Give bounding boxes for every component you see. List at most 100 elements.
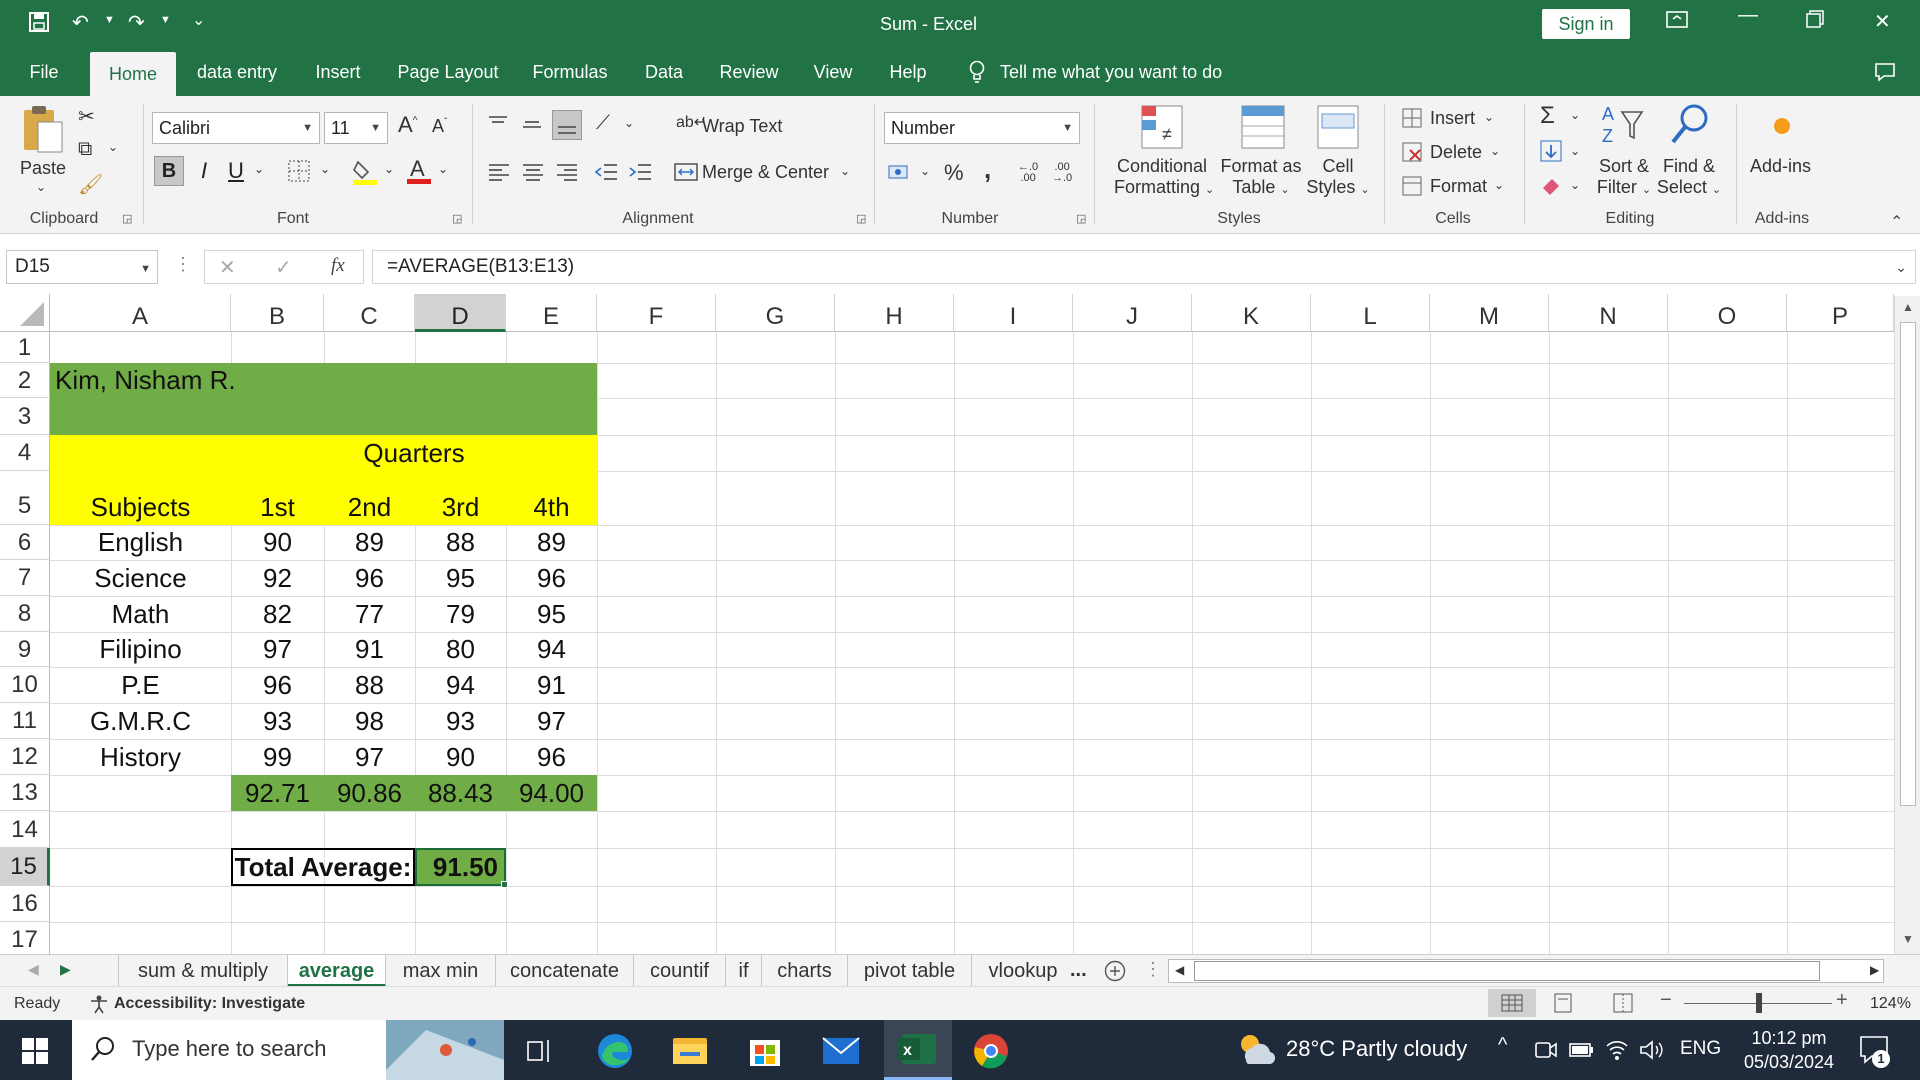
clock[interactable]: 10:12 pm 05/03/2024: [1734, 1026, 1844, 1074]
row-header-1[interactable]: 1: [0, 332, 50, 363]
more-options-icon[interactable]: ⋮: [174, 254, 192, 275]
subject-cell[interactable]: English: [50, 525, 231, 560]
tab-review[interactable]: Review: [708, 48, 790, 96]
row-header-17[interactable]: 17: [0, 922, 50, 954]
column-header-m[interactable]: M: [1430, 294, 1549, 332]
normal-view-button[interactable]: [1488, 989, 1536, 1017]
quarter-average-cell[interactable]: 94.00: [506, 775, 597, 811]
clear-dropdown-icon[interactable]: ⌄: [1570, 178, 1580, 192]
merge-center-button[interactable]: Merge & Center: [702, 162, 829, 183]
grade-cell[interactable]: 94: [415, 667, 506, 703]
wrap-text-button[interactable]: Wrap Text: [702, 116, 782, 137]
format-painter-icon[interactable]: 🖌: [78, 172, 103, 197]
row-header-13[interactable]: 13: [0, 775, 50, 811]
weather-text[interactable]: 28°C Partly cloudy: [1286, 1036, 1467, 1062]
name-box[interactable]: D15 ▼: [6, 250, 158, 284]
quarters-header-cell[interactable]: Quarters: [231, 435, 597, 471]
autosum-dropdown-icon[interactable]: ⌄: [1570, 108, 1580, 122]
grade-cell[interactable]: 93: [415, 703, 506, 739]
decrease-font-icon[interactable]: Aˇ: [432, 116, 447, 137]
font-color-dropdown-icon[interactable]: ⌄: [438, 162, 448, 176]
grade-cell[interactable]: 97: [231, 632, 324, 667]
customize-qat-icon[interactable]: ⌄: [192, 10, 205, 30]
sheet-tab[interactable]: if: [726, 955, 762, 987]
edge-icon[interactable]: [596, 1032, 634, 1075]
grade-cell[interactable]: 89: [506, 525, 597, 560]
column-header-d[interactable]: D: [415, 294, 506, 332]
wifi-icon[interactable]: [1604, 1038, 1630, 1067]
tab-page-layout[interactable]: Page Layout: [388, 48, 508, 96]
worksheet-grid[interactable]: A B C D E F G H I J K L M N O P 1 2 3 4 …: [0, 294, 1894, 954]
redo-dropdown-icon[interactable]: ▼: [160, 14, 171, 26]
row-header-12[interactable]: 12: [0, 739, 50, 775]
font-color-icon[interactable]: A: [406, 156, 432, 191]
alignment-launcher-icon[interactable]: ◲: [856, 212, 866, 225]
grade-cell[interactable]: 79: [415, 596, 506, 632]
column-header-n[interactable]: N: [1549, 294, 1668, 332]
fill-color-dropdown-icon[interactable]: ⌄: [384, 162, 394, 176]
row-header-16[interactable]: 16: [0, 886, 50, 922]
grade-cell[interactable]: 96: [506, 739, 597, 775]
input-language[interactable]: ENG: [1680, 1038, 1721, 1060]
grade-cell[interactable]: 90: [231, 525, 324, 560]
row-header-11[interactable]: 11: [0, 703, 50, 739]
font-launcher-icon[interactable]: ◲: [452, 212, 462, 225]
add-ins-icon[interactable]: [1772, 116, 1792, 141]
column-header-p[interactable]: P: [1787, 294, 1894, 332]
grade-cell[interactable]: 80: [415, 632, 506, 667]
grade-cell[interactable]: 94: [506, 632, 597, 667]
zoom-slider-thumb[interactable]: [1756, 993, 1762, 1013]
conditional-formatting-label[interactable]: Conditional Formatting ⌄: [1114, 156, 1214, 198]
clipboard-launcher-icon[interactable]: ◲: [122, 212, 132, 225]
sheet-tab[interactable]: charts: [762, 955, 848, 987]
ribbon-display-options-icon[interactable]: [1666, 10, 1688, 36]
column-header-c[interactable]: C: [324, 294, 415, 332]
column-header-l[interactable]: L: [1311, 294, 1430, 332]
scroll-up-icon[interactable]: ▲: [1902, 300, 1914, 314]
more-sheets-button[interactable]: ...: [1070, 955, 1087, 987]
row-header-2[interactable]: 2: [0, 363, 50, 398]
grade-cell[interactable]: 98: [324, 703, 415, 739]
scroll-right-icon[interactable]: ▶: [1870, 963, 1879, 977]
header-cell[interactable]: 2nd: [324, 489, 415, 525]
row-header-14[interactable]: 14: [0, 811, 50, 848]
sheet-tab[interactable]: countif: [634, 955, 726, 987]
grade-cell[interactable]: 97: [506, 703, 597, 739]
insert-function-icon[interactable]: fx: [331, 255, 345, 277]
decrease-indent-icon[interactable]: [594, 162, 618, 187]
sort-filter-label[interactable]: Sort & Filter ⌄: [1592, 156, 1656, 198]
close-icon[interactable]: ✕: [1874, 9, 1891, 34]
borders-icon[interactable]: [288, 160, 310, 187]
subject-cell[interactable]: Math: [50, 596, 231, 632]
undo-dropdown-icon[interactable]: ▼: [104, 14, 115, 26]
add-ins-button[interactable]: Add-ins: [1750, 156, 1811, 177]
column-header-g[interactable]: G: [716, 294, 835, 332]
grade-cell[interactable]: 82: [231, 596, 324, 632]
grade-cell[interactable]: 89: [324, 525, 415, 560]
grade-cell[interactable]: 96: [506, 560, 597, 596]
row-header-7[interactable]: 7: [0, 560, 50, 596]
italic-button[interactable]: I: [192, 156, 216, 186]
insert-cells-button[interactable]: Insert: [1430, 108, 1475, 129]
format-cells-button[interactable]: Format: [1430, 176, 1487, 197]
horizontal-scroll-thumb[interactable]: [1194, 961, 1820, 981]
column-header-j[interactable]: J: [1073, 294, 1192, 332]
number-launcher-icon[interactable]: ◲: [1076, 212, 1086, 225]
accessibility-status[interactable]: Accessibility: Investigate: [114, 995, 305, 1013]
grade-cell[interactable]: 95: [415, 560, 506, 596]
grade-cell[interactable]: 96: [324, 560, 415, 596]
tab-file[interactable]: File: [14, 48, 74, 96]
orientation-dropdown-icon[interactable]: ⌄: [624, 116, 634, 130]
battery-icon[interactable]: [1568, 1038, 1594, 1067]
column-header-a[interactable]: A: [50, 294, 231, 332]
student-name-cell[interactable]: Kim, Nisham R.: [55, 363, 236, 398]
expand-formula-icon[interactable]: ⌄: [1895, 251, 1907, 283]
cut-icon[interactable]: ✂: [78, 104, 95, 129]
comma-style-button[interactable]: ,: [984, 154, 991, 185]
copy-icon[interactable]: ⧉: [78, 138, 92, 161]
task-view-icon[interactable]: [526, 1038, 554, 1069]
tab-data-entry[interactable]: data entry: [186, 48, 288, 96]
fill-dropdown-icon[interactable]: ⌄: [1570, 144, 1580, 158]
tab-data[interactable]: Data: [632, 48, 696, 96]
sheet-tab[interactable]: pivot table: [848, 955, 972, 987]
